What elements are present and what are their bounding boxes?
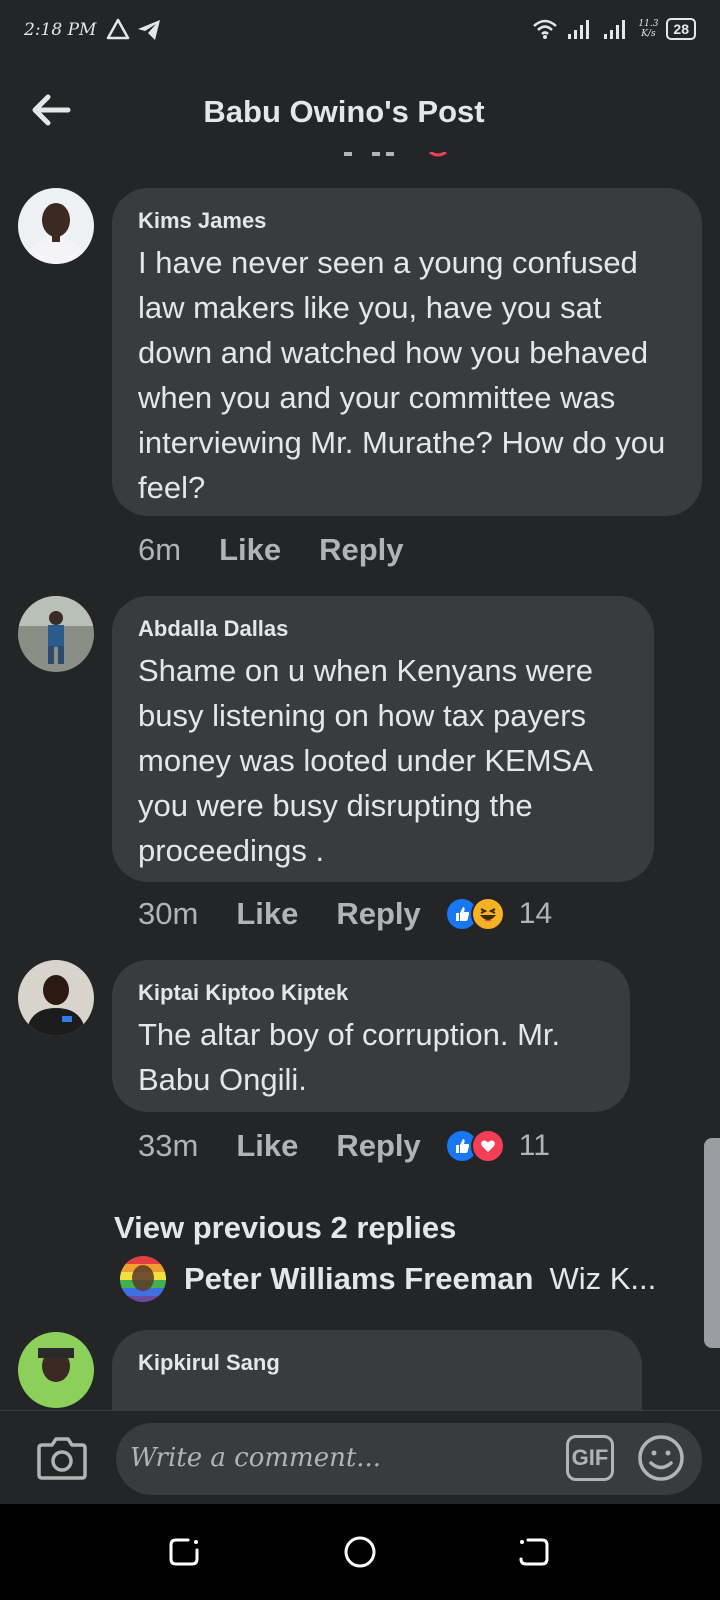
page-title: Babu Owino's Post (203, 94, 485, 129)
avatar[interactable] (18, 596, 94, 672)
comment-input[interactable]: Write a comment... GIF (116, 1423, 702, 1495)
comment-author[interactable]: Kiptai Kiptoo Kiptek (138, 980, 604, 1006)
net-speed-value: 11.3 (638, 19, 659, 29)
comment-time: 30m (138, 896, 199, 931)
avatar[interactable] (120, 1256, 166, 1302)
avatar[interactable] (18, 188, 94, 264)
reaction-summary[interactable]: 11 (444, 1129, 550, 1163)
camera-icon[interactable] (36, 1433, 88, 1483)
reply-button[interactable]: Reply (319, 532, 403, 568)
reply-snippet: Wiz K... (549, 1261, 657, 1296)
signal-icon (568, 20, 590, 39)
scrollbar[interactable] (704, 1138, 720, 1348)
comment-time: 33m (138, 1128, 199, 1163)
like-button[interactable]: Like (236, 1128, 298, 1164)
gif-icon[interactable]: GIF (566, 1435, 614, 1481)
comment-actions: 33m Like Reply 11 (138, 1128, 550, 1164)
like-button[interactable]: Like (219, 532, 281, 568)
comment-bubble[interactable]: Kiptai Kiptoo Kiptek The altar boy of co… (112, 960, 630, 1112)
comment-actions: 6m Like Reply (138, 532, 442, 568)
comment-composer: Write a comment... GIF (0, 1410, 720, 1505)
like-button[interactable]: Like (236, 896, 298, 932)
reply-author[interactable]: Peter Williams Freeman (184, 1261, 533, 1297)
battery-level: 28 (673, 21, 689, 37)
status-time: 2:18 PM (24, 20, 97, 40)
net-speed: 11.3 K/s (638, 19, 658, 39)
reaction-count: 11 (518, 1129, 550, 1162)
avatar[interactable] (18, 960, 94, 1036)
reaction-summary[interactable]: 14 (444, 897, 553, 931)
signal-icon-2 (604, 20, 626, 39)
recent-apps-icon[interactable] (166, 1534, 202, 1570)
comment-text: I have never seen a young confused law m… (138, 245, 666, 505)
comment-author[interactable]: Kipkirul Sang (138, 1350, 616, 1376)
comment-placeholder: Write a comment... (130, 1443, 382, 1473)
comments-feed[interactable]: Kims James I have never seen a young con… (0, 158, 720, 1410)
comment-time: 6m (138, 532, 182, 567)
comment-author[interactable]: Abdalla Dallas (138, 616, 628, 642)
telegram-icon (138, 20, 160, 40)
comment-actions: 30m Like Reply 14 (138, 896, 552, 932)
reaction-count: 14 (518, 897, 553, 930)
love-reaction-icon (470, 1129, 505, 1163)
comment-author[interactable]: Kims James (138, 208, 676, 234)
reply-button[interactable]: Reply (336, 896, 420, 932)
haha-reaction-icon (470, 897, 505, 931)
system-navigation-bar (0, 1504, 720, 1600)
comment-bubble[interactable]: Abdalla Dallas Shame on u when Kenyans w… (112, 596, 654, 882)
warning-triangle-icon (106, 18, 130, 40)
view-previous-replies-link[interactable]: View previous 2 replies (114, 1210, 456, 1246)
avatar[interactable] (18, 1332, 94, 1408)
home-icon[interactable] (342, 1534, 378, 1570)
post-header: Babu Owino's Post (0, 66, 720, 158)
back-nav-icon[interactable] (516, 1534, 552, 1570)
reply-preview[interactable]: Peter Williams Freeman Wiz K... (120, 1256, 700, 1302)
status-notification-icons (106, 18, 162, 42)
comment-text: Shame on u when Kenyans were busy listen… (138, 653, 593, 868)
reply-button[interactable]: Reply (336, 1128, 420, 1164)
comment-bubble[interactable]: Kipkirul Sang (112, 1330, 642, 1410)
wifi-icon (533, 19, 558, 39)
battery-icon: 28 (666, 18, 696, 40)
emoji-icon[interactable] (636, 1433, 686, 1483)
comment-bubble[interactable]: Kims James I have never seen a young con… (112, 188, 702, 516)
status-bar: 2:18 PM 11.3 K/s 28 (0, 0, 720, 66)
status-indicators: 11.3 K/s 28 (532, 18, 696, 40)
net-speed-unit: K/s (641, 29, 656, 39)
comment-text: The altar boy of corruption. Mr. Babu On… (138, 1017, 561, 1097)
